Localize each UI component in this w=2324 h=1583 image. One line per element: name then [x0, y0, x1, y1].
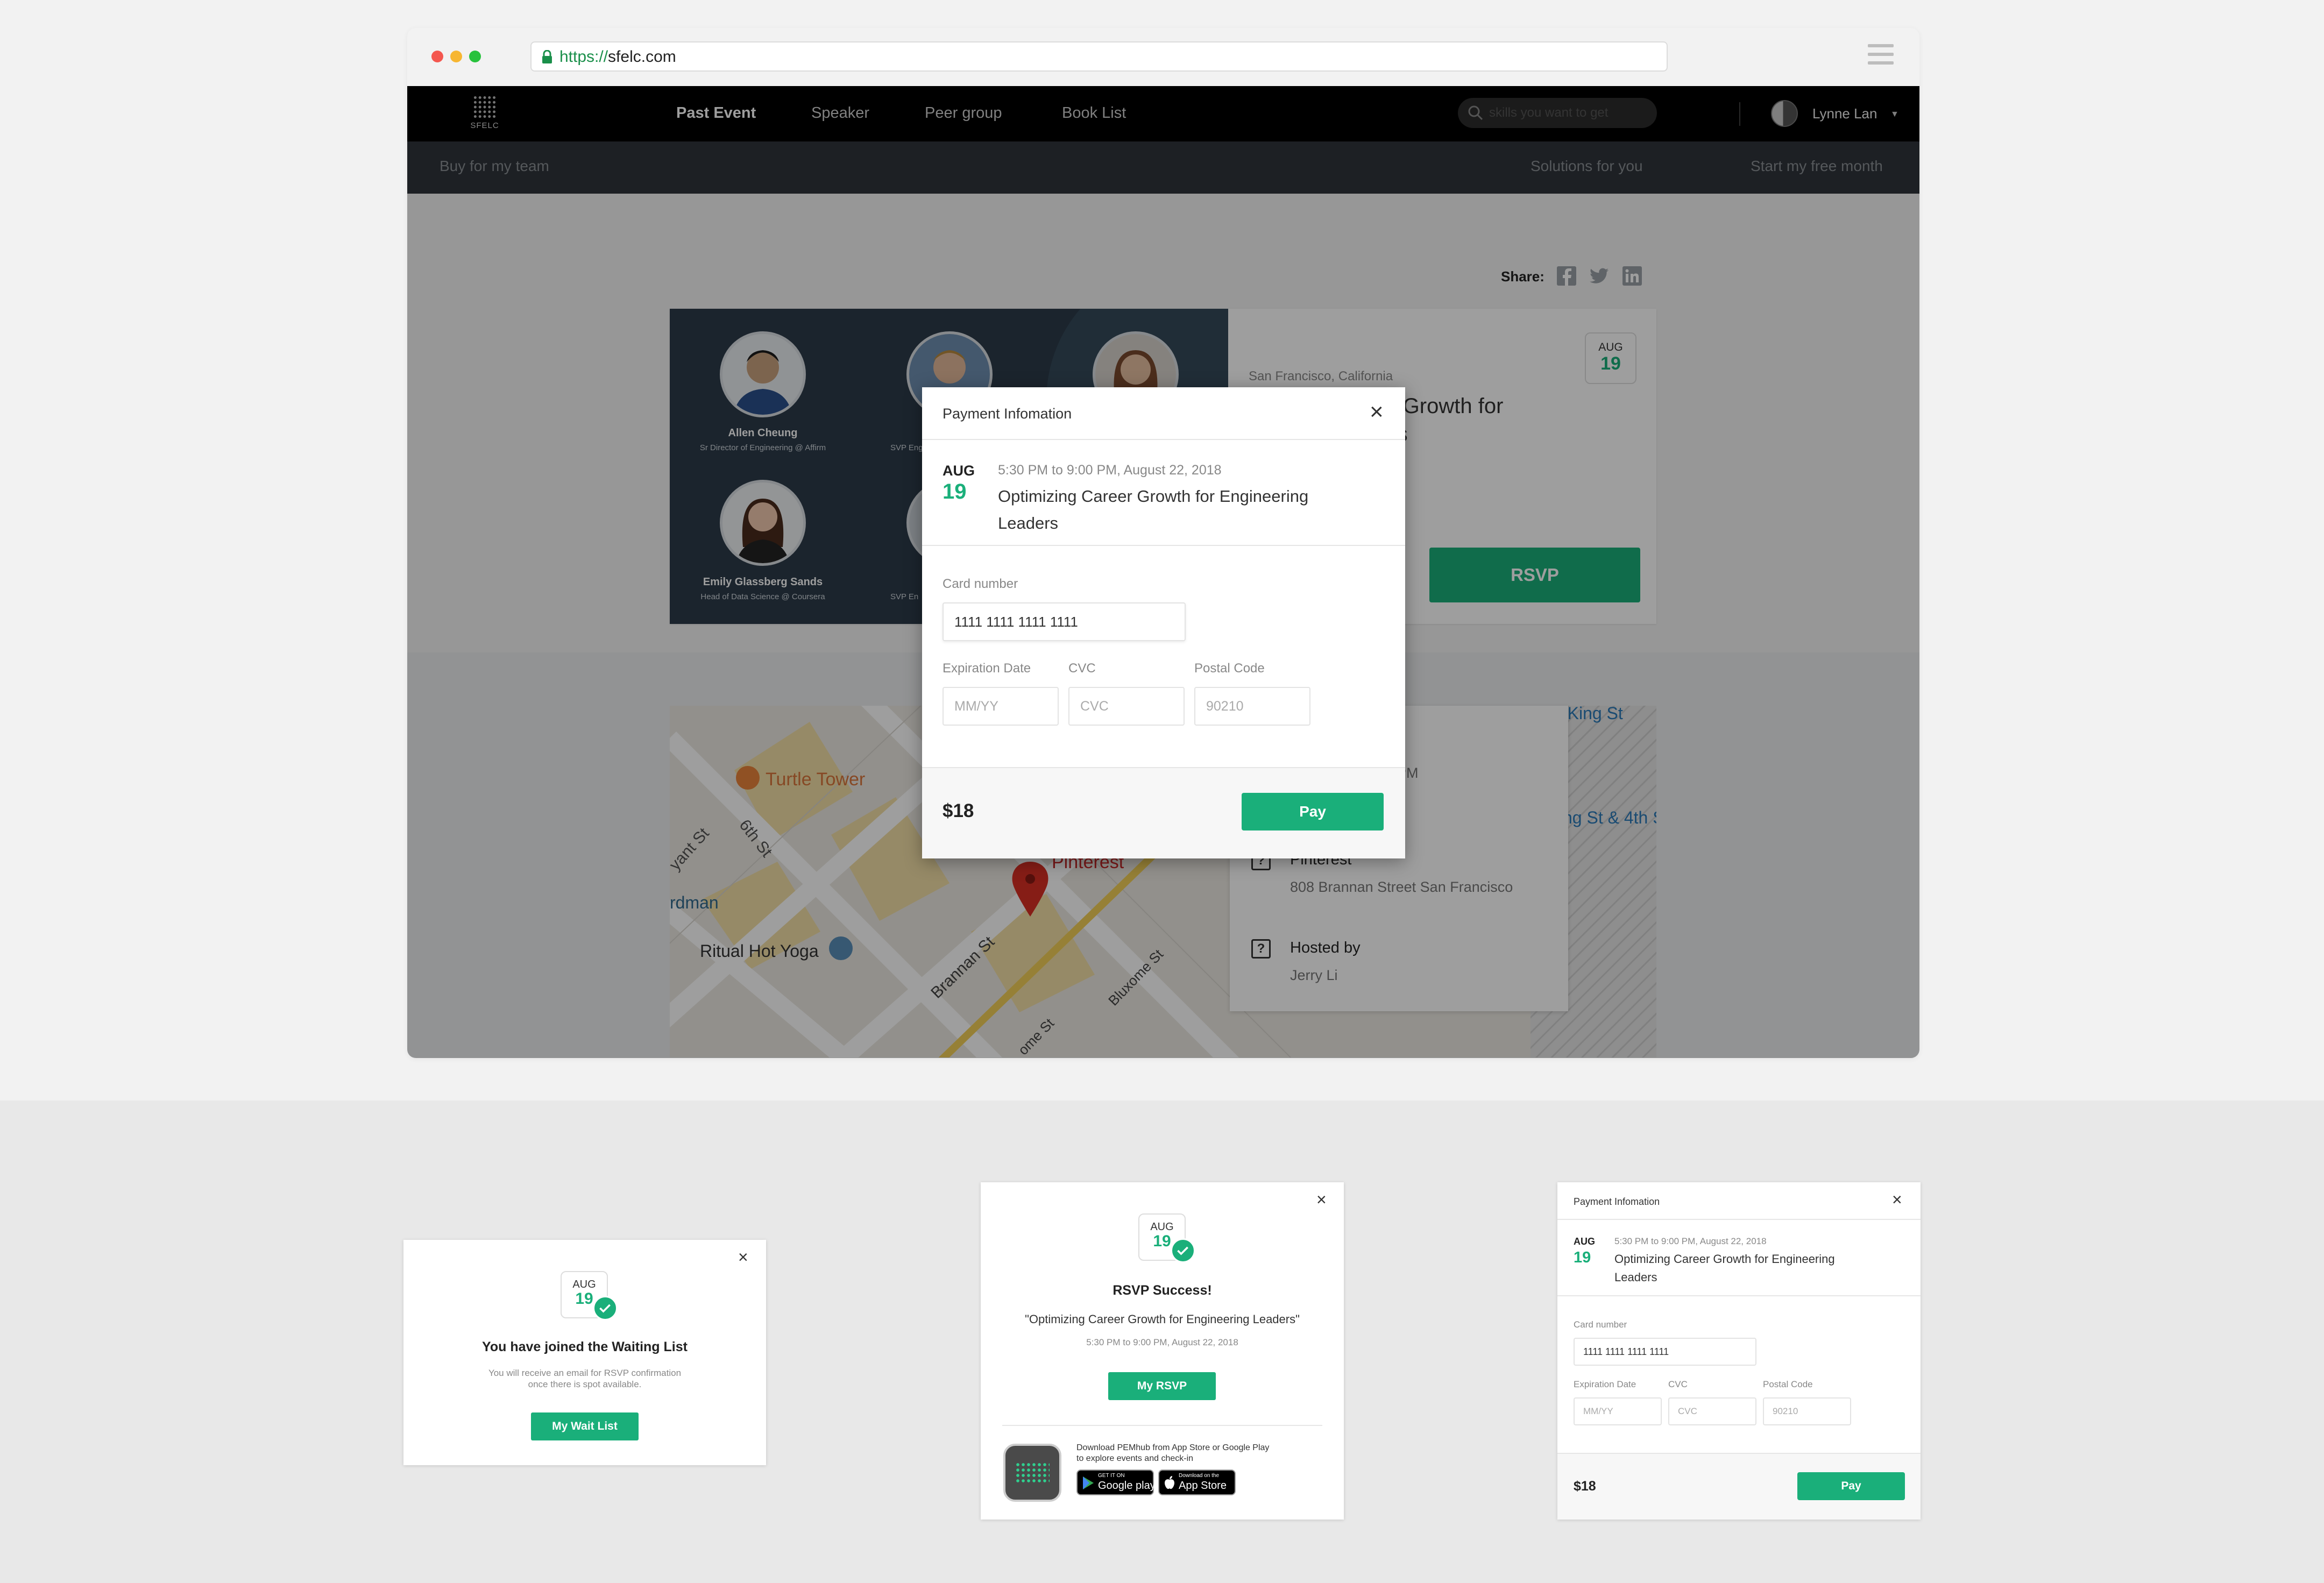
expiration-date-input[interactable] — [1574, 1397, 1662, 1425]
payment-modal-header: Payment Infomation × — [922, 387, 1405, 440]
expiration-date-input[interactable] — [943, 687, 1059, 726]
waitlist-text-line1: You will receive an email for RSVP confi… — [488, 1368, 682, 1378]
waitlist-text-line2: once there is spot available. — [528, 1379, 642, 1389]
expiration-date-label: Expiration Date — [1574, 1379, 1636, 1389]
app-store-badge[interactable]: Download on the App Store — [1158, 1470, 1236, 1495]
event-day: 19 — [1574, 1249, 1591, 1266]
event-day: 19 — [943, 480, 967, 503]
url-text: https://sfelc.com — [559, 48, 676, 66]
payment-modal-title: Payment Infomation — [943, 406, 1072, 422]
event-title: Optimizing Career Growth for Engineering… — [998, 487, 1309, 533]
postal-code-input[interactable] — [1763, 1397, 1851, 1425]
divider — [1002, 1425, 1322, 1426]
price: $18 — [1574, 1479, 1596, 1494]
payment-dialog-header: Payment Infomation × — [1557, 1182, 1921, 1220]
rsvp-event-title: "Optimizing Career Growth for Engineerin… — [1025, 1312, 1300, 1326]
price: $18 — [943, 800, 974, 821]
google-badge-big-text: Google play — [1098, 1480, 1156, 1492]
postal-code-label: Postal Code — [1763, 1379, 1813, 1389]
payment-modal-footer: $18 Pay — [922, 767, 1405, 858]
event-time: 5:30 PM to 9:00 PM, August 22, 2018 — [998, 463, 1222, 478]
google-play-badge[interactable]: GET IT ON Google play — [1076, 1470, 1156, 1495]
date-month: AUG — [572, 1279, 596, 1290]
postal-code-input[interactable] — [1194, 687, 1310, 726]
card-number-input[interactable] — [1574, 1338, 1756, 1366]
check-circle-icon — [593, 1296, 618, 1321]
apple-badge-small-text: Download on the — [1179, 1473, 1220, 1479]
payment-dialog-event: AUG 19 5:30 PM to 9:00 PM, August 22, 20… — [1557, 1220, 1921, 1296]
rsvp-success-dialog: × AUG 19 RSVP Success! "Optimizing Caree… — [981, 1182, 1344, 1520]
pay-button[interactable]: Pay — [1797, 1472, 1905, 1500]
postal-code-label: Postal Code — [1194, 661, 1265, 676]
apple-badge-big-text: App Store — [1179, 1480, 1227, 1492]
event-title: Optimizing Career Growth for Engineering… — [1614, 1252, 1835, 1284]
waitlist-heading: You have joined the Waiting List — [482, 1339, 688, 1354]
card-number-label: Card number — [943, 577, 1018, 591]
lock-icon — [542, 50, 552, 63]
browser-chrome: https://sfelc.com — [407, 28, 1919, 86]
google-badge-small-text: GET IT ON — [1098, 1473, 1125, 1479]
card-number-label: Card number — [1574, 1319, 1627, 1330]
cvc-input[interactable] — [1068, 687, 1185, 726]
expiration-date-label: Expiration Date — [943, 661, 1031, 676]
waitlist-dialog: × AUG 19 You have joined the Waiting Lis… — [403, 1240, 766, 1465]
my-rsvp-button[interactable]: My RSVP — [1108, 1372, 1216, 1400]
cvc-label: CVC — [1668, 1379, 1688, 1389]
download-text-line2: to explore events and check-in — [1076, 1454, 1194, 1463]
card-number-input[interactable] — [943, 602, 1186, 641]
rsvp-event-time: 5:30 PM to 9:00 PM, August 22, 2018 — [1086, 1337, 1238, 1347]
payment-modal: Payment Infomation × AUG 19 5:30 PM to 9… — [922, 387, 1405, 858]
close-icon[interactable]: × — [1370, 400, 1384, 424]
payment-dialog-title: Payment Infomation — [1574, 1196, 1660, 1207]
date-month: AUG — [1150, 1221, 1174, 1233]
close-window-button[interactable] — [431, 51, 443, 62]
check-circle-icon — [1171, 1238, 1195, 1263]
my-wait-list-button[interactable]: My Wait List — [531, 1412, 639, 1440]
download-text-line1: Download PEMhub from App Store or Google… — [1076, 1443, 1270, 1452]
google-play-icon — [1083, 1476, 1094, 1489]
close-icon[interactable]: × — [1892, 1190, 1902, 1210]
pay-button[interactable]: Pay — [1242, 793, 1384, 830]
payment-event-summary: AUG 19 5:30 PM to 9:00 PM, August 22, 20… — [922, 440, 1405, 546]
event-time: 5:30 PM to 9:00 PM, August 22, 2018 — [1614, 1236, 1767, 1246]
event-month: AUG — [1574, 1236, 1595, 1247]
cvc-label: CVC — [1068, 661, 1096, 676]
payment-dialog-small: Payment Infomation × AUG 19 5:30 PM to 9… — [1557, 1182, 1921, 1520]
event-month: AUG — [943, 463, 975, 479]
cvc-input[interactable] — [1668, 1397, 1756, 1425]
payment-dialog-footer: $18 Pay — [1557, 1453, 1921, 1520]
pemhub-app-icon — [1003, 1444, 1061, 1502]
maximize-window-button[interactable] — [469, 51, 481, 62]
hamburger-menu-icon[interactable] — [1868, 44, 1894, 68]
url-bar[interactable]: https://sfelc.com — [530, 41, 1668, 72]
rsvp-success-heading: RSVP Success! — [1113, 1283, 1212, 1298]
minimize-window-button[interactable] — [450, 51, 462, 62]
apple-icon — [1165, 1476, 1174, 1489]
close-icon[interactable]: × — [1316, 1190, 1327, 1210]
browser-window: https://sfelc.com SFELC Past Event Speak… — [407, 28, 1919, 1058]
close-icon[interactable]: × — [738, 1247, 748, 1267]
web-page: SFELC Past Event Speaker Peer group Book… — [407, 86, 1919, 1058]
